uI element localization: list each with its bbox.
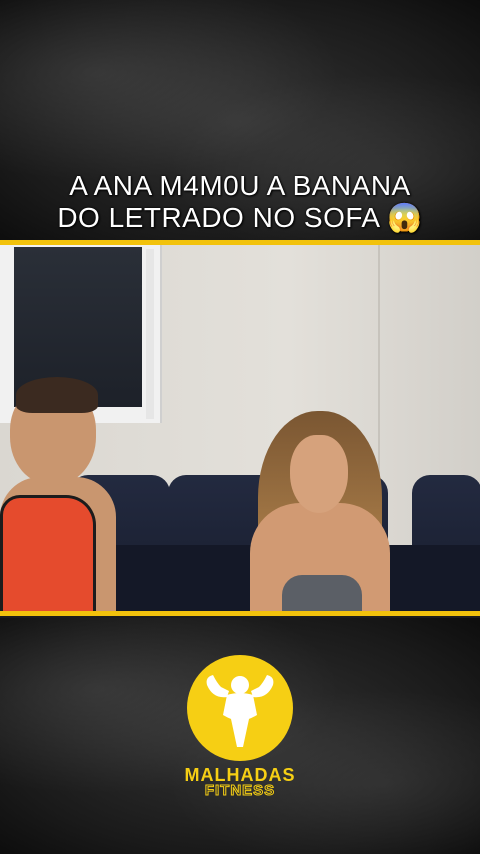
bottom-yellow-divider: [0, 611, 480, 616]
brand-subtitle: FITNESS: [204, 782, 276, 800]
man-tank-top: [0, 495, 96, 611]
woman-sports-top: [282, 575, 362, 611]
window-frame: [146, 249, 154, 419]
caption-line-1: A ANA M4M0U A BANANA: [69, 170, 411, 201]
man-hair: [16, 377, 98, 413]
caption-line-2: DO LETRADO NO SOFA 😱: [57, 202, 423, 233]
bodybuilder-silhouette: [206, 675, 274, 747]
video-caption: A ANA M4M0U A BANANA DO LETRADO NO SOFA …: [0, 170, 480, 234]
video-frame[interactable]: [0, 245, 480, 611]
bodybuilder-icon: [187, 655, 293, 761]
woman-face: [290, 435, 348, 513]
